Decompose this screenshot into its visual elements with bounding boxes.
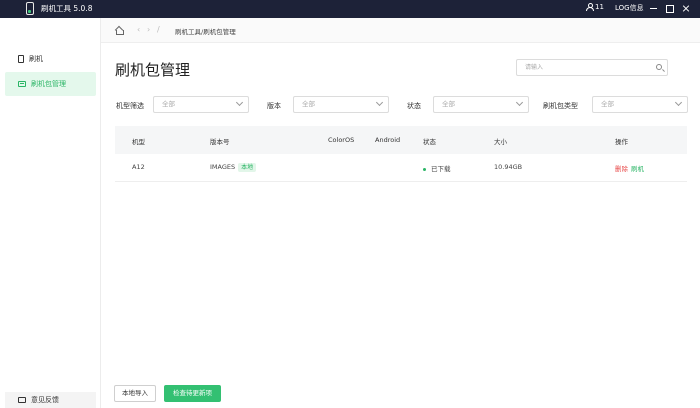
model-filter-value: 全部 [162,100,175,108]
phone-icon [18,55,24,63]
flash-link[interactable]: 刷机 [631,165,644,173]
breadcrumb: 刷机工具/刷机包管理 [175,28,236,36]
chevron-down-icon [375,98,384,107]
filter-label-model: 机型筛选 [116,102,144,110]
page-title: 刷机包管理 [115,61,191,79]
cell-status: 已下载 [423,163,451,173]
user-icon [586,3,594,11]
sidebar-item-flash[interactable]: 刷机 [5,47,96,71]
sidebar-item-label: 刷机 [29,55,43,63]
table-header: 机型 版本号 ColorOS Android 状态 大小 操作 [115,126,687,154]
search-icon[interactable] [656,64,662,70]
package-icon [18,81,26,87]
column-header-actions: 操作 [615,138,628,146]
feedback-icon [18,397,26,403]
sidebar-item-package-management[interactable]: 刷机包管理 [5,72,96,96]
window-controls [650,2,690,14]
version-filter-select[interactable]: 全部 [293,96,389,113]
status-filter-value: 全部 [442,100,455,108]
status-text: 已下载 [431,165,451,173]
sidebar-item-label: 刷机包管理 [31,80,66,88]
maximize-icon[interactable] [666,2,674,14]
local-import-button[interactable]: 本地导入 [114,385,156,402]
breadcrumb-bar: ‹ › / 刷机工具/刷机包管理 [101,18,700,43]
chevron-down-icon [515,98,524,107]
cell-actions: 删除 刷机 [615,163,644,173]
app-title: 刷机工具 5.0.8 [41,4,93,13]
chevron-down-icon [235,98,244,107]
status-filter-select[interactable]: 全部 [433,96,529,113]
filter-label-status: 状态 [407,102,421,110]
cell-size: 10.94GB [494,163,523,171]
close-icon[interactable] [682,2,690,14]
model-filter-select[interactable]: 全部 [153,96,249,113]
chevron-down-icon [674,98,683,107]
search-box [516,59,668,76]
package-type-filter-select[interactable]: 全部 [592,96,688,113]
package-type-filter-value: 全部 [601,100,614,108]
cell-model: A12 [132,163,145,171]
column-header-android: Android [375,136,401,144]
app-logo-icon [26,2,34,15]
log-info-button[interactable]: LOG信息 [615,3,644,13]
column-header-status: 状态 [423,138,436,146]
cell-version: IMAGES 本地 [210,163,257,172]
local-badge: 本地 [238,163,257,172]
check-updates-button[interactable]: 检查待更新项 [164,385,221,402]
filter-label-version: 版本 [267,102,281,110]
sidebar: 刷机 刷机包管理 意见反馈 [0,18,101,408]
version-filter-value: 全部 [302,100,315,108]
home-icon[interactable] [115,26,124,35]
minimize-icon[interactable] [650,2,658,14]
delete-link[interactable]: 删除 [615,165,628,173]
filter-label-package-type: 刷机包类型 [543,102,578,110]
column-header-size: 大小 [494,138,507,146]
breadcrumb-separator-icon: / [157,25,160,34]
title-bar: 刷机工具 5.0.8 11 LOG信息 [0,0,700,18]
feedback-label: 意见反馈 [31,396,59,404]
table-row: A12 IMAGES 本地 已下载 10.94GB 删除 刷机 [115,154,687,182]
user-count: 11 [595,3,604,11]
column-header-version: 版本号 [210,138,230,146]
version-text: IMAGES [210,163,236,171]
column-header-model: 机型 [132,138,145,146]
back-arrow-icon[interactable]: ‹ [137,25,140,34]
search-input[interactable] [517,60,647,75]
status-dot-icon [423,167,426,171]
column-header-coloros: ColorOS [328,136,355,144]
user-count-button[interactable]: 11 [586,3,604,11]
forward-arrow-icon[interactable]: › [147,25,150,34]
feedback-button[interactable]: 意见反馈 [5,392,96,408]
